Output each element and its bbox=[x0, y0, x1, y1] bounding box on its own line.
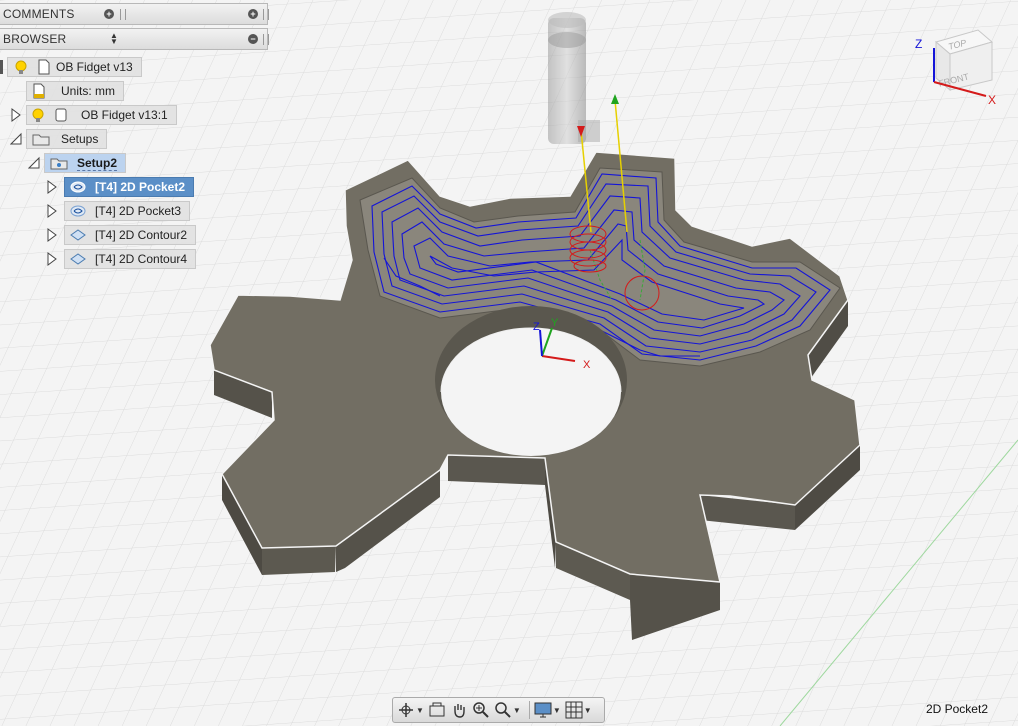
expand-panel-icon[interactable]: + bbox=[248, 9, 258, 19]
zoom-button[interactable] bbox=[472, 700, 490, 720]
tree-label-root: OB Fidget v13 bbox=[56, 60, 133, 74]
expand-arrow-icon[interactable] bbox=[46, 204, 58, 218]
sort-updown-icon[interactable]: ▲ ▼ bbox=[110, 32, 118, 46]
lightbulb-icon[interactable] bbox=[15, 60, 27, 75]
setup-icon bbox=[50, 158, 68, 170]
expand-arrow-icon[interactable] bbox=[46, 228, 58, 242]
document-icon bbox=[38, 59, 50, 75]
view-cube[interactable]: TOP FRONT Z X bbox=[910, 24, 1010, 114]
pocket-operation-icon bbox=[70, 205, 86, 217]
contour-operation-icon bbox=[70, 253, 86, 265]
expand-arrow-icon[interactable] bbox=[10, 108, 22, 122]
pocket-operation-icon bbox=[70, 181, 86, 193]
tree-label-operation: [T4] 2D Pocket2 bbox=[95, 180, 186, 194]
tree-label-operation: [T4] 2D Contour4 bbox=[95, 252, 188, 266]
lightbulb-icon[interactable] bbox=[32, 108, 44, 123]
svg-text:Z: Z bbox=[533, 321, 540, 333]
resize-grip-icon[interactable] bbox=[120, 9, 126, 20]
tree-node-operation[interactable]: [T4] 2D Contour4 bbox=[46, 249, 197, 269]
resize-grip-icon[interactable] bbox=[263, 9, 269, 20]
center-hole bbox=[435, 306, 627, 456]
tree-node-units[interactable]: Units: mm bbox=[26, 81, 124, 101]
tree-label-setups: Setups bbox=[61, 132, 99, 146]
navigation-toolbar: ▼ ▼ ▼ ▼ bbox=[392, 697, 605, 723]
contour-operation-icon bbox=[70, 229, 86, 241]
pan-icon bbox=[454, 704, 465, 718]
collapse-arrow-icon[interactable] bbox=[10, 132, 22, 146]
svg-text:Y: Y bbox=[551, 317, 559, 329]
svg-text:X: X bbox=[988, 93, 996, 107]
component-icon bbox=[55, 108, 67, 122]
tree-node-operation[interactable]: [T4] 2D Pocket2 bbox=[46, 177, 195, 197]
comments-panel-header[interactable]: COMMENTS + + bbox=[0, 3, 269, 25]
collapse-icon[interactable] bbox=[0, 60, 3, 74]
svg-text:Z: Z bbox=[915, 37, 922, 51]
browser-panel-header[interactable]: BROWSER ▲ ▼ − bbox=[0, 28, 269, 50]
look-at-icon bbox=[429, 702, 445, 717]
resize-grip-icon[interactable] bbox=[263, 34, 269, 45]
folder-icon bbox=[32, 134, 50, 146]
orbit-button[interactable]: ▼ bbox=[397, 700, 424, 720]
zoom-fit-button[interactable]: ▼ bbox=[494, 700, 521, 720]
expand-arrow-icon[interactable] bbox=[46, 180, 58, 194]
collapse-arrow-icon[interactable] bbox=[28, 156, 40, 170]
add-comment-icon[interactable]: + bbox=[104, 9, 114, 19]
toolbar-divider bbox=[528, 701, 530, 719]
tree-label-operation: [T4] 2D Pocket3 bbox=[95, 204, 182, 218]
look-at-button[interactable] bbox=[428, 700, 446, 720]
tree-node-operation[interactable]: [T4] 2D Pocket3 bbox=[46, 201, 191, 221]
display-settings-button[interactable]: ▼ bbox=[534, 700, 561, 720]
zoom-fit-icon bbox=[495, 702, 511, 718]
tree-label-setup2: Setup2 bbox=[77, 155, 118, 171]
expand-arrow-icon[interactable] bbox=[46, 252, 58, 266]
zoom-icon bbox=[473, 702, 489, 718]
svg-text:X: X bbox=[583, 359, 591, 371]
tree-node-root[interactable]: OB Fidget v13 bbox=[0, 57, 142, 77]
units-document-icon bbox=[33, 83, 45, 99]
tree-label-operation: [T4] 2D Contour2 bbox=[95, 228, 188, 242]
pan-button[interactable] bbox=[450, 700, 468, 720]
tree-node-operation[interactable]: [T4] 2D Contour2 bbox=[46, 225, 197, 245]
active-operation-label: 2D Pocket2 bbox=[925, 702, 988, 716]
tree-label-units: Units: mm bbox=[61, 84, 115, 98]
tree-node-setup2[interactable]: Setup2 bbox=[28, 153, 127, 173]
collapse-panel-icon[interactable]: − bbox=[248, 34, 258, 44]
orbit-icon bbox=[399, 703, 413, 717]
display-settings-icon bbox=[534, 702, 552, 718]
comments-title: COMMENTS bbox=[3, 7, 75, 21]
tree-node-component[interactable]: OB Fidget v13:1 bbox=[10, 105, 177, 125]
browser-title: BROWSER bbox=[3, 32, 67, 46]
grid-icon bbox=[565, 701, 583, 719]
grid-settings-button[interactable]: ▼ bbox=[565, 700, 592, 720]
tree-label-component: OB Fidget v13:1 bbox=[81, 108, 168, 122]
tree-node-setups[interactable]: Setups bbox=[10, 129, 108, 149]
